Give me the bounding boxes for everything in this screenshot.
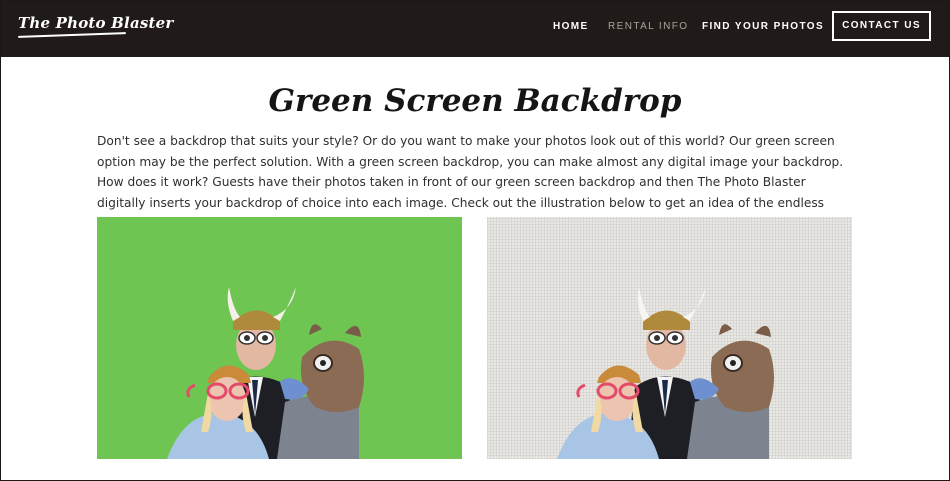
green-screen-people-illustration bbox=[167, 287, 364, 459]
composite-backdrop-photo bbox=[487, 217, 852, 459]
nav-home[interactable]: HOME bbox=[553, 21, 589, 32]
green-screen-photo bbox=[97, 217, 462, 459]
contact-us-button[interactable]: CONTACT US bbox=[832, 11, 931, 41]
composite-people-illustration bbox=[557, 287, 774, 459]
nav-rental-info[interactable]: RENTAL INFO bbox=[608, 21, 688, 32]
logo-underline bbox=[17, 32, 127, 38]
site-logo[interactable]: The Photo Blaster bbox=[18, 14, 174, 32]
nav-find-your-photos[interactable]: FIND YOUR PHOTOS bbox=[702, 21, 824, 32]
page-title: Green Screen Backdrop bbox=[268, 82, 682, 119]
site-header: The Photo Blaster HOME RENTAL INFO FIND … bbox=[0, 0, 950, 57]
